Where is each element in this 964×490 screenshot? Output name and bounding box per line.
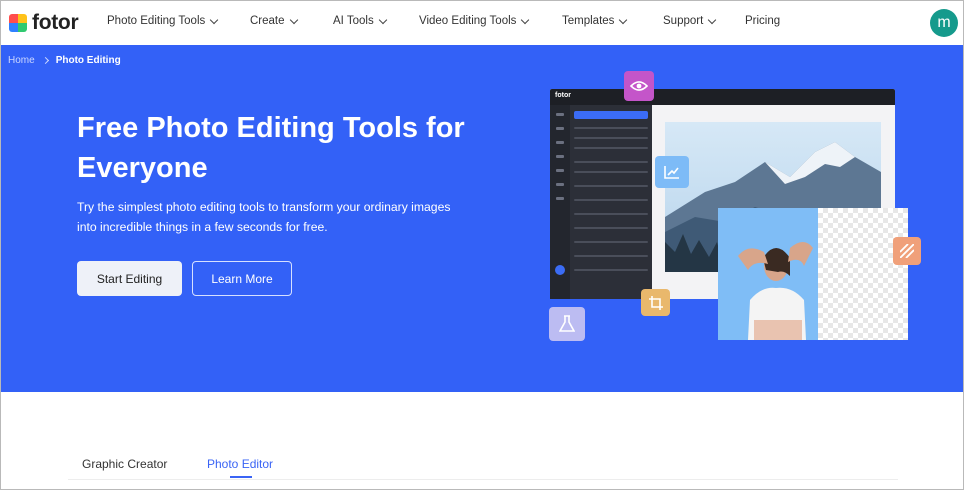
hero-description: Try the simplest photo editing tools to … xyxy=(77,200,451,234)
flask-icon xyxy=(549,307,585,341)
page-title: Free Photo Editing Tools for Everyone xyxy=(77,112,465,184)
rail-mark xyxy=(556,169,564,172)
breadcrumb-current: Photo Editing xyxy=(55,55,121,66)
nav-item-label: AI Tools xyxy=(333,15,374,27)
active-tab-indicator xyxy=(230,476,252,478)
tabs-divider xyxy=(68,479,898,480)
editor-preview-adjust-panel xyxy=(570,105,652,299)
panel-row xyxy=(574,171,648,173)
panel-row xyxy=(574,199,648,201)
panel-row xyxy=(574,255,648,257)
chevron-down-icon xyxy=(210,15,219,24)
nav-item-support[interactable]: Support xyxy=(663,15,717,27)
rail-mark xyxy=(556,183,564,186)
crop-icon xyxy=(641,289,670,316)
nav-item-label: Templates xyxy=(562,15,615,27)
transparent-background-preview xyxy=(818,208,908,340)
chevron-down-icon xyxy=(378,15,387,24)
nav-item-create[interactable]: Create xyxy=(250,15,298,27)
portrait-illustration xyxy=(738,242,813,340)
nav-item-label: Pricing xyxy=(745,15,781,27)
chevron-down-icon xyxy=(289,15,298,24)
nav-item-ai-tools[interactable]: AI Tools xyxy=(333,15,387,27)
nav-item-photo-editing-tools[interactable]: Photo Editing Tools xyxy=(107,15,219,27)
panel-row xyxy=(574,161,648,163)
rail-mark xyxy=(556,113,564,116)
rail-mark xyxy=(556,141,564,144)
panel-row xyxy=(574,269,648,271)
nav-item-label: Photo Editing Tools xyxy=(107,15,206,27)
nav-item-label: Support xyxy=(663,15,704,27)
nav-item-video-editing-tools[interactable]: Video Editing Tools xyxy=(419,15,530,27)
fotor-logo-icon xyxy=(9,14,27,32)
top-navigation-bar: fotor Photo Editing Tools Create AI Tool… xyxy=(0,0,964,45)
start-editing-button[interactable]: Start Editing xyxy=(77,261,182,296)
tab-photo-editor[interactable]: Photo Editor xyxy=(207,457,273,471)
nav-item-label: Create xyxy=(250,15,285,27)
panel-row xyxy=(574,127,648,129)
chart-icon xyxy=(655,156,689,188)
panel-row xyxy=(574,213,648,215)
editor-preview-tool-rail xyxy=(550,105,570,299)
learn-more-button[interactable]: Learn More xyxy=(192,261,292,296)
panel-row xyxy=(574,227,648,229)
brand-logo[interactable]: fotor xyxy=(9,11,79,35)
rail-mark xyxy=(556,197,564,200)
rail-active-dot xyxy=(555,265,565,275)
brand-name: fotor xyxy=(32,11,79,34)
editor-preview-logo: fotor xyxy=(555,92,571,99)
editor-preview-topbar: fotor xyxy=(550,89,895,105)
rail-mark xyxy=(556,155,564,158)
chevron-down-icon xyxy=(521,15,530,24)
nav-item-pricing[interactable]: Pricing xyxy=(745,15,780,27)
panel-row xyxy=(574,241,648,243)
hero-section: Home Photo Editing Free Photo Editing To… xyxy=(0,45,964,392)
category-tabs-section: Graphic Creator Photo Editor xyxy=(0,392,964,490)
nav-item-label: Video Editing Tools xyxy=(419,15,517,27)
breadcrumb-home-link[interactable]: Home xyxy=(8,55,35,66)
portrait-photo xyxy=(718,208,818,340)
eye-icon xyxy=(624,71,654,101)
user-avatar[interactable]: m xyxy=(930,9,958,37)
chevron-right-icon xyxy=(41,56,49,65)
panel-highlight xyxy=(574,111,648,119)
tab-graphic-creator[interactable]: Graphic Creator xyxy=(82,457,167,471)
chevron-down-icon xyxy=(619,15,628,24)
rail-mark xyxy=(556,127,564,130)
breadcrumb: Home Photo Editing xyxy=(8,55,121,66)
panel-row xyxy=(574,147,648,149)
panel-row xyxy=(574,185,648,187)
chevron-down-icon xyxy=(708,15,717,24)
panel-row xyxy=(574,137,648,139)
nav-item-templates[interactable]: Templates xyxy=(562,15,628,27)
stripes-icon xyxy=(893,237,921,265)
